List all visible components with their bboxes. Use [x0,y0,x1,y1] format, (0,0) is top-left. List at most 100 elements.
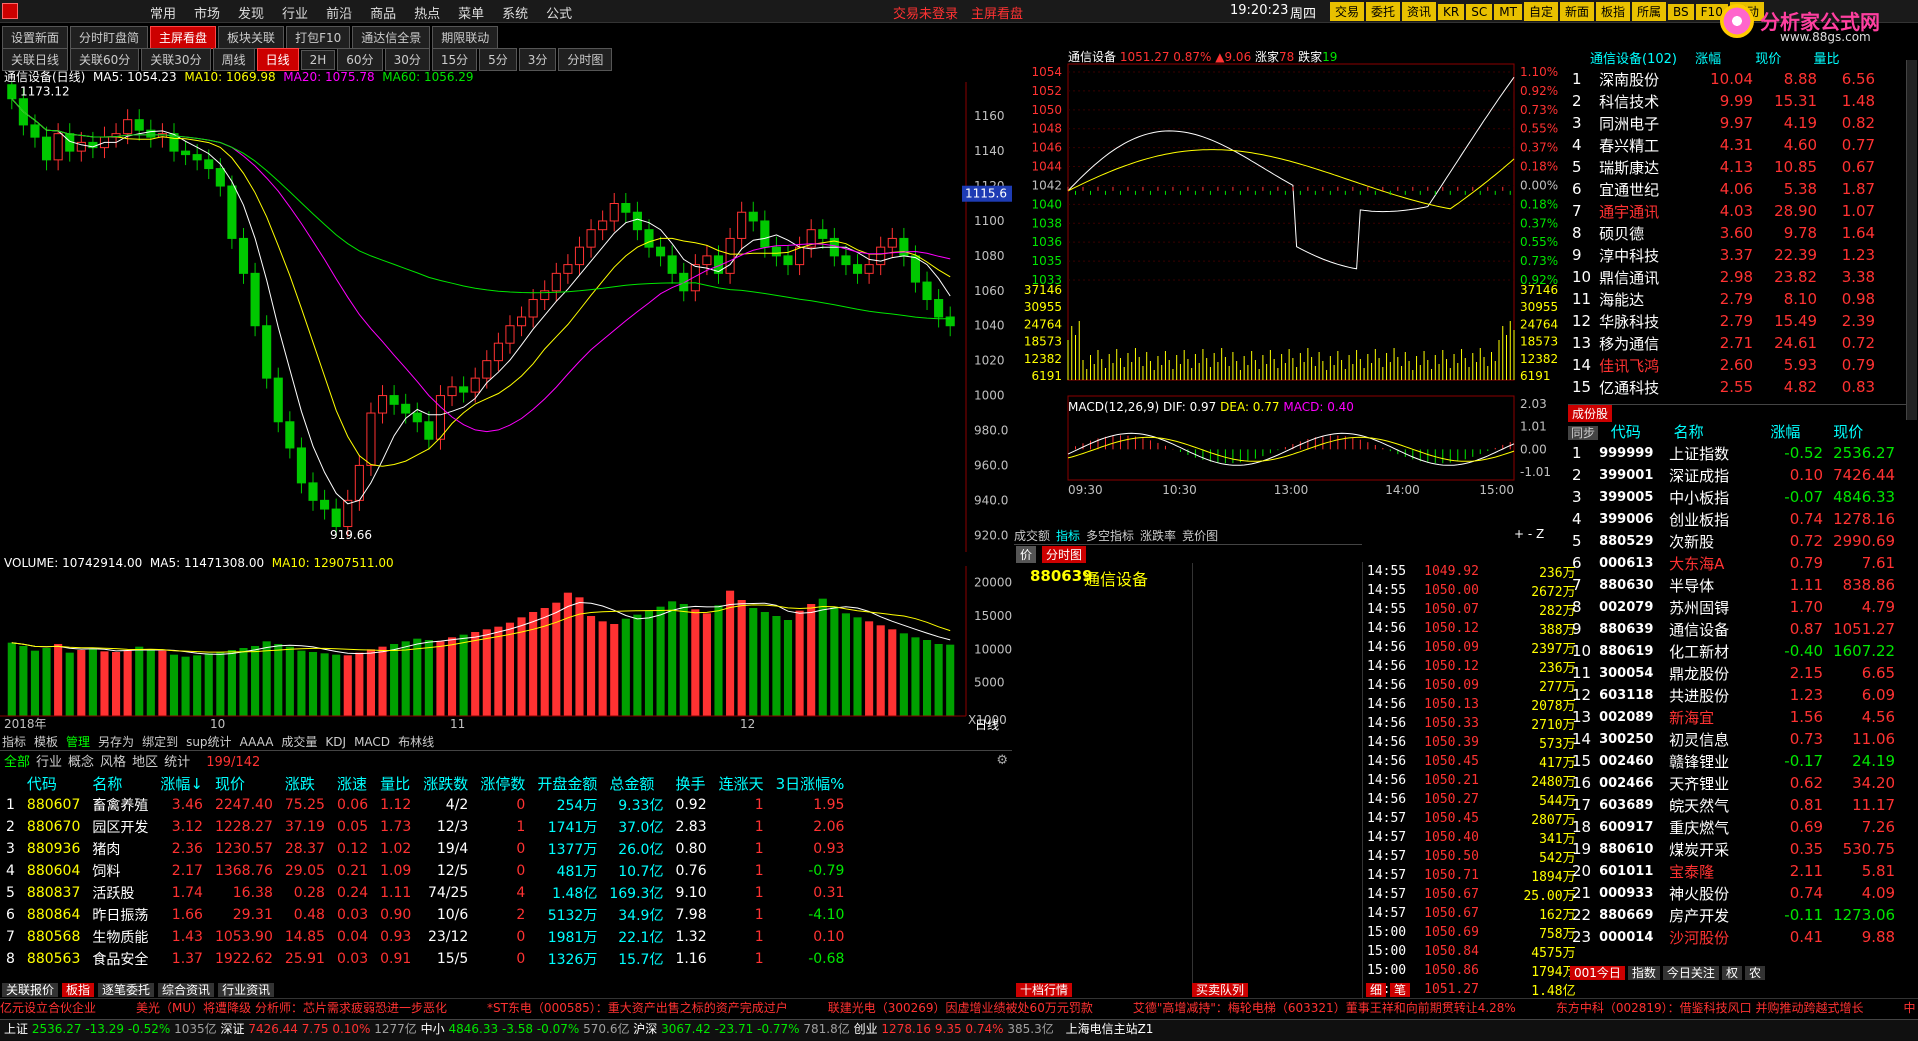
news-item[interactable]: 艾德"高增减持"：梅轮电梯（603321）董事王祥和向前期贯转让4.28% [1133,1001,1516,1015]
board-filter-tab[interactable]: 全部 [4,755,30,770]
tick-bottom-tab[interactable]: 细 [1366,983,1387,997]
layout-tab[interactable]: 板块关联 [218,26,285,49]
intraday-zoom-icons[interactable]: + - Z [1514,527,1544,541]
index-row[interactable]: 7 880630 半导体 1.11 838.86 [1568,574,1899,596]
menu-item[interactable]: 前沿 [326,3,352,22]
indicator-tab[interactable]: 模板 [34,735,58,749]
quote-tab-icon[interactable]: 价 [1016,546,1037,563]
board-row[interactable]: 5 880837 活跃股 1.74 16.38 0.28 0.24 1.11 74/25 4 1.4… [0,882,850,904]
menu-item[interactable]: 常用 [150,3,176,22]
toolbar-button[interactable]: KR [1438,4,1465,20]
news-ticker[interactable]: 亿元设立合伙企业 美光（MU）将遭降级 分析师：芯片需求疲弱恐进一步恶化 *ST东电… [0,998,1918,1019]
member-row[interactable]: 2 科信技术 9.99 15.31 1.48 [1568,90,1879,112]
board-column-header[interactable]: 开盘金额 [531,772,603,794]
hs-label[interactable]: 沪深 [633,1022,657,1036]
member-row[interactable]: 6 宜通世纪 4.06 5.38 1.87 [1568,178,1879,200]
toolbar-button[interactable]: 板指 [1595,2,1630,21]
board-column-header[interactable]: 涨停数 [474,772,531,794]
layout-tab[interactable]: 打包F10 [286,26,351,49]
member-row[interactable]: 14 佳讯飞鸿 2.60 5.93 0.79 [1568,354,1879,376]
layout-tab[interactable]: 期限联动 [432,26,499,49]
indices-col-name[interactable]: 名称 [1674,423,1704,441]
news-item[interactable]: 亿元设立合伙企业 [0,1001,96,1015]
index-row[interactable]: 22 880669 房产开发 -0.11 1273.06 [1568,904,1899,926]
board-filter-tab[interactable]: 行业 [36,755,62,770]
index-row[interactable]: 12 603118 共进股份 1.23 6.09 [1568,684,1899,706]
indices-col-pct[interactable]: 涨幅 [1770,423,1800,441]
toolbar-button[interactable]: 资讯 [1402,2,1437,21]
indices-bottom-tab[interactable]: 指数 [1627,966,1660,980]
layout-tab[interactable]: 分时盯盘简 [70,26,149,49]
quote-tab[interactable]: 分时图 [1042,546,1087,563]
news-item[interactable]: 中 [1903,1001,1915,1015]
intraday-tab[interactable]: 竞价图 [1182,529,1218,543]
menu-item[interactable]: 系统 [502,3,528,22]
indices-bottom-tab[interactable]: 今日关注 [1662,966,1719,980]
index-row[interactable]: 2 399001 深证成指 0.10 7426.44 [1568,464,1899,486]
indicator-tab[interactable]: 管理 [66,735,90,749]
kline-chart[interactable]: 116011401120110010801060104010201000980.… [0,82,1012,562]
server-status[interactable]: 上海电信主站Z1 [1066,1022,1154,1036]
intraday-tab[interactable]: 涨跌率 [1140,529,1176,543]
bottom-left-tab[interactable]: 关联报价 [2,983,59,997]
index-row[interactable]: 15 002460 赣锋锂业 -0.17 24.19 [1568,750,1899,772]
layout-tab[interactable]: 主屏看盘 [150,26,217,49]
member-row[interactable]: 12 华脉科技 2.79 15.49 2.39 [1568,310,1879,332]
bottom-left-tab[interactable]: 综合资讯 [158,983,215,997]
period-tab[interactable]: 3分 [518,48,557,71]
indices-bottom-tab[interactable]: 001今日 [1570,966,1625,980]
menu-item[interactable]: 公式 [546,3,572,22]
toolbar-button[interactable]: 交易 [1330,2,1365,21]
toolbar-button[interactable]: MT [1494,4,1522,20]
index-row[interactable]: 8 002079 苏州固锝 1.70 4.79 [1568,596,1899,618]
member-row[interactable]: 10 鼎信通讯 2.98 23.82 3.38 [1568,266,1879,288]
indices-col-code[interactable]: 代码 [1611,423,1641,441]
settings-icon[interactable]: ⚙ [996,753,1008,768]
member-row[interactable]: 15 亿通科技 2.55 4.82 0.83 [1568,376,1879,398]
login-status[interactable]: 交易未登录 [893,3,958,22]
board-filter-tab[interactable]: 风格 [100,755,126,770]
bottom-left-tab[interactable]: 板指 [62,983,95,997]
menu-item[interactable]: 市场 [194,3,220,22]
index-row[interactable]: 20 601011 宝泰隆 2.11 5.81 [1568,860,1899,882]
intraday-tab[interactable]: 成交额 [1014,529,1050,543]
member-row[interactable]: 9 淳中科技 3.37 22.39 1.23 [1568,244,1879,266]
index-row[interactable]: 13 002089 新海宜 1.56 4.56 [1568,706,1899,728]
board-column-header[interactable]: 换手 [669,772,712,794]
intraday-tab[interactable]: 多空指标 [1086,529,1134,543]
member-row[interactable]: 7 通宇通讯 4.03 28.90 1.07 [1568,200,1879,222]
index-row[interactable]: 23 000014 沙河股份 0.41 9.88 [1568,926,1899,948]
layout-tab[interactable]: 通达信全景 [352,26,431,49]
members-col-price[interactable]: 现价 [1755,52,1781,67]
indices-section-tab[interactable]: 成份股 [1568,405,1613,422]
board-column-header[interactable]: 涨跌数 [417,772,474,794]
index-row[interactable]: 14 300250 初灵信息 0.73 11.06 [1568,728,1899,750]
index-row[interactable]: 18 600917 重庆燃气 0.69 7.26 [1568,816,1899,838]
index-row[interactable]: 11 300054 鼎龙股份 2.15 6.65 [1568,662,1899,684]
index-row[interactable]: 10 880619 化工新材 -0.40 1607.22 [1568,640,1899,662]
board-column-header[interactable]: 涨幅↓ [154,772,209,794]
board-column-header[interactable]: 涨速 [331,772,374,794]
board-row[interactable]: 2 880670 园区开发 3.12 1228.27 37.19 0.05 1.73 12/3 1… [0,816,850,838]
board-column-header[interactable]: 代码 [21,772,86,794]
member-row[interactable]: 8 硕贝德 3.60 9.78 1.64 [1568,222,1879,244]
members-col-pct[interactable]: 涨幅 [1695,52,1721,67]
menu-item[interactable]: 菜单 [458,3,484,22]
indicator-tab[interactable]: KDJ [325,735,346,749]
menu-item[interactable]: 热点 [414,3,440,22]
board-column-header[interactable]: 量比 [374,772,417,794]
layout-tab[interactable]: 设置新面 [2,26,69,49]
board-filter-tab[interactable]: 统计 [164,755,190,770]
news-item[interactable]: 美光（MU）将遭降级 分析师：芯片需求疲弱恐进一步恶化 [136,1001,447,1015]
board-column-header[interactable]: 名称 [86,772,154,794]
indicator-tab[interactable]: AAAA [240,735,274,749]
menu-item[interactable]: 商品 [370,3,396,22]
intraday-chart[interactable]: 1054 1.10% 1052 0.92% 1050 0.73% 1048 0.55% 1046… [1014,60,1564,520]
toolbar-button[interactable]: BS [1668,4,1694,20]
member-row[interactable]: 3 同洲电子 9.97 4.19 0.82 [1568,112,1879,134]
indices-bottom-tab[interactable]: 权 [1721,966,1742,980]
board-column-header[interactable]: 连涨天 [713,772,770,794]
board-column-header[interactable]: 现价 [209,772,279,794]
app-icon[interactable] [2,3,18,19]
sh-label[interactable]: 上证 [4,1022,28,1036]
